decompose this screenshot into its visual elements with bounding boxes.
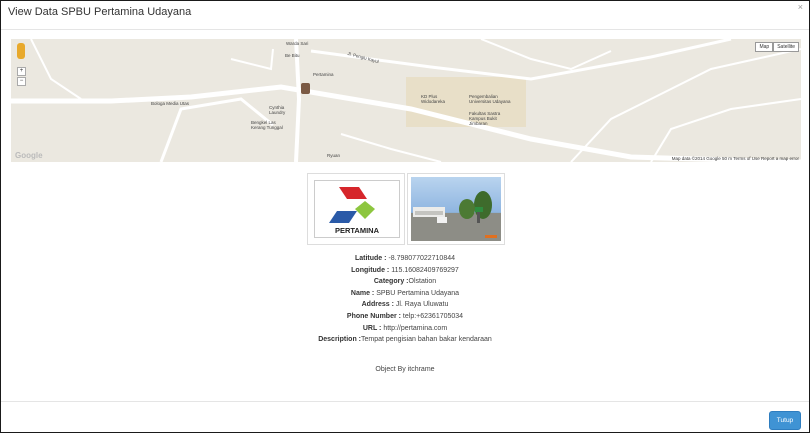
modal-header: View Data SPBU Pertamina Udayana × [1,1,809,30]
map-label: Pengembalian Universitas Udayana [469,94,511,104]
category-label: Category : [373,278,409,286]
category-value: Olstation [408,278,437,286]
map-label: Pertamina [313,72,334,77]
map-label: Bengkel Las Kerang Tunggal [251,120,283,130]
map-attribution[interactable]: Map data ©2014 Google 50 m Terms of Use … [672,156,799,161]
name-label: Name : [350,289,375,297]
phone-value: telp:+62361705034 [402,312,464,320]
url-row: URL : http://pertamina.com [1,323,809,335]
zoom-in-button[interactable]: + [17,67,26,76]
description-row: Description :Tempat pengisian bahan baka… [1,334,809,346]
address-row: Address : Jl. Raya Uluwatu [1,299,809,311]
map-type-control: Map Satellite [755,42,799,52]
modal-dialog: View Data SPBU Pertamina Udayana × + − M… [0,0,810,433]
photo-thumbnail[interactable] [407,173,505,245]
address-label: Address : [361,301,394,309]
station-photo [411,177,501,241]
map-view[interactable]: + − Map Satellite Warda Sari Be Bitu Per… [11,39,801,162]
close-icon[interactable]: × [798,2,803,12]
modal-title: View Data SPBU Pertamina Udayana [8,6,192,18]
map-label: Ryuan [327,153,341,158]
phone-row: Phone Number : telp:+62361705034 [1,311,809,323]
map-roads [11,39,801,162]
url-label: URL : [362,324,382,332]
name-value: SPBU Pertamina Udayana [376,289,460,297]
map-label: Warda Sari [286,41,309,46]
latitude-label: Latitude : [354,255,387,262]
name-row: Name : SPBU Pertamina Udayana [1,288,809,300]
map-label: Cynthia Laundry [269,105,286,115]
description-value: Tempat pengisian bahan bakar kendaraan [361,336,492,344]
pegman-icon[interactable] [17,43,25,59]
image-gallery: PERTAMINA [307,173,505,245]
map-button[interactable]: Map [755,42,774,52]
object-by-text: Object By itchrame [375,366,435,373]
location-marker-icon[interactable] [301,83,310,94]
latitude-value: -8.798077022710844 [388,255,456,262]
map-label: Fakultas Sastra Kampus Bukit Jimbaran [469,111,501,126]
longitude-value: 115.16082409769297 [391,266,459,274]
map-label: Be Bitu [285,53,300,58]
description-label: Description : [318,336,362,344]
latitude-row: Latitude : -8.798077022710844 [1,253,809,265]
phone-label: Phone Number : [346,312,401,320]
pertamina-logo: PERTAMINA [314,180,400,238]
address-value: Jl. Raya Uluwatu [395,301,449,309]
modal-footer: Tutup [1,401,809,433]
logo-thumbnail[interactable]: PERTAMINA [307,173,405,245]
longitude-label: Longitude : [351,266,390,274]
zoom-out-button[interactable]: − [17,77,26,86]
zoom-controls: + − [17,67,26,87]
pertamina-logo-icon: PERTAMINA [329,187,380,235]
longitude-row: Longitude : 115.16082409769297 [1,265,809,277]
url-value[interactable]: http://pertamina.com [383,325,447,332]
google-logo: Google [15,151,43,160]
close-button[interactable]: Tutup [769,411,801,430]
station-details: Latitude : -8.798077022710844 Longitude … [1,253,809,346]
satellite-button[interactable]: Satellite [773,42,799,52]
map-label: KD Plus Widodareka [421,94,446,104]
map-label: Bologa Media Utas [151,101,190,106]
logo-text: PERTAMINA [335,226,380,235]
category-row: Category :Olstation [1,276,809,288]
